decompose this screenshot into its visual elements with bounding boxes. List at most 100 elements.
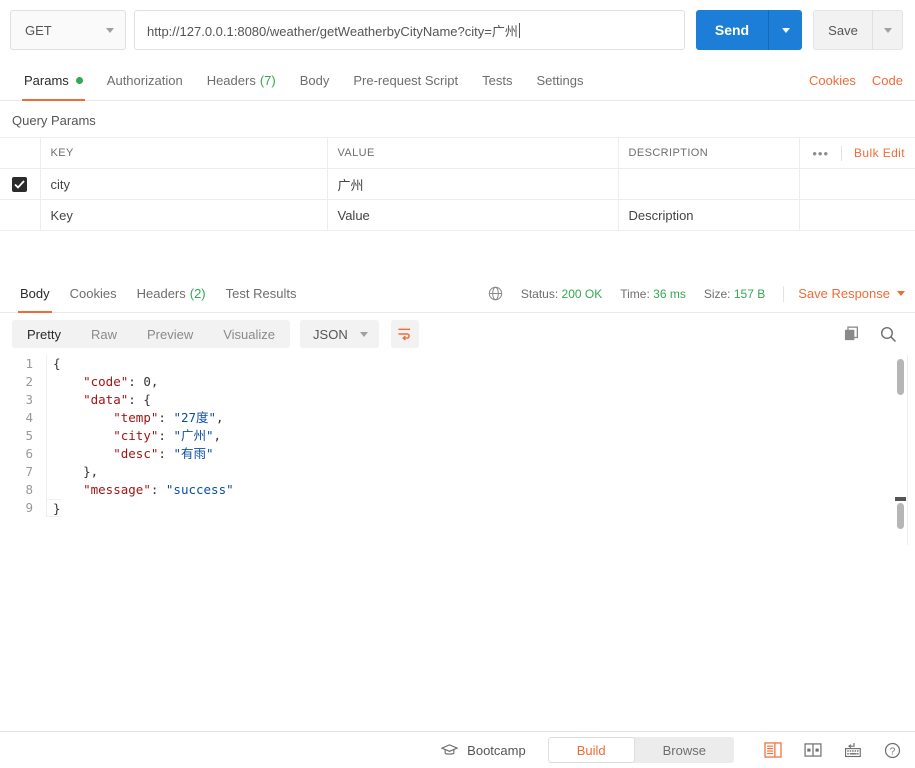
tab-label: Pre-request Script [353, 72, 459, 88]
tab-body[interactable]: Body [288, 60, 342, 101]
token-key: "data" [83, 392, 129, 407]
response-body-code[interactable]: 1{2 "code": 0, 3 "data": {4 "temp": "27度"… [0, 355, 915, 545]
token-punc: , [150, 374, 159, 389]
query-params-title: Query Params [12, 113, 96, 128]
code-line: 3 "data": { [0, 391, 915, 409]
request-tabs: Params Authorization Headers (7) Body Pr… [0, 60, 915, 101]
tab-label: Cookies [69, 286, 117, 301]
wrap-lines-icon [398, 328, 411, 341]
code-lines: 1{2 "code": 0, 3 "data": {4 "temp": "27度"… [0, 355, 915, 517]
save-button[interactable]: Save [814, 11, 872, 49]
view-mode-pretty[interactable]: Pretty [12, 320, 76, 348]
save-options-button[interactable] [872, 11, 902, 49]
view-mode-visualize[interactable]: Visualize [208, 320, 290, 348]
response-format-select[interactable]: JSON [300, 320, 379, 348]
tab-params[interactable]: Params [12, 60, 95, 101]
response-section: Body Cookies Headers (2) Test Results St… [0, 275, 915, 545]
header-checkbox-cell [0, 137, 41, 169]
more-options-icon[interactable]: ••• [812, 146, 829, 161]
new-param-value-cell[interactable]: Value [327, 199, 619, 231]
divider [783, 285, 785, 302]
token-punc: : { [128, 392, 151, 407]
line-content: { [46, 355, 61, 373]
size-badge: Size: 157 B [704, 287, 765, 301]
tab-label: Test Results [225, 286, 297, 301]
code-line: 7 }, [0, 463, 915, 481]
url-input[interactable]: http://127.0.0.1:8080/weather/getWeather… [134, 10, 685, 50]
vertical-scrollbar-thumb-lower[interactable] [897, 503, 904, 529]
search-icon[interactable] [880, 326, 897, 343]
horizontal-scrollbar-thumb[interactable] [895, 497, 906, 501]
http-method-value: GET [25, 22, 52, 38]
tab-count-badge: (7) [259, 72, 276, 88]
request-url-bar: GET http://127.0.0.1:8080/weather/getWea… [0, 0, 915, 60]
send-button[interactable]: Send [696, 10, 768, 50]
new-param-actions-cell [799, 199, 915, 231]
response-tab-test-results[interactable]: Test Results [216, 275, 307, 313]
browse-toggle-button[interactable]: Browse [635, 737, 734, 763]
tab-authorization[interactable]: Authorization [95, 60, 195, 101]
tab-label: Authorization [106, 72, 183, 88]
line-content: "message": "success" [46, 481, 234, 499]
tab-headers[interactable]: Headers (7) [195, 60, 288, 101]
token-str: "广州" [173, 428, 214, 443]
response-tab-body[interactable]: Body [10, 275, 60, 313]
param-enabled-checkbox[interactable] [12, 176, 28, 192]
token-punc: } [53, 501, 61, 516]
console-panel-icon[interactable] [764, 742, 782, 758]
table-row: city 广州 [0, 168, 915, 200]
tab-tests[interactable]: Tests [470, 60, 524, 101]
tab-label: Headers [136, 286, 186, 301]
row-checkbox-cell [0, 199, 41, 231]
send-options-button[interactable] [768, 10, 802, 50]
vertical-scrollbar-thumb[interactable] [897, 359, 904, 395]
response-tab-headers[interactable]: Headers (2) [127, 275, 216, 313]
new-param-key-cell[interactable]: Key [40, 199, 328, 231]
keyboard-shortcuts-icon[interactable] [844, 742, 862, 758]
header-key: KEY [40, 137, 328, 169]
token-punc: : [158, 428, 174, 443]
response-tab-cookies[interactable]: Cookies [60, 275, 127, 313]
save-response-label: Save Response [798, 286, 890, 301]
token-str: "有雨" [173, 446, 214, 461]
help-icon[interactable]: ? [884, 742, 901, 759]
tab-settings[interactable]: Settings [524, 60, 595, 101]
build-browse-toggle: Build Browse [547, 737, 734, 763]
bootcamp-button[interactable]: Bootcamp [441, 743, 526, 758]
tab-pre-request-script[interactable]: Pre-request Script [341, 60, 470, 101]
param-description-cell[interactable] [618, 168, 800, 200]
copy-icon[interactable] [844, 326, 860, 342]
token-num: 0 [143, 374, 151, 389]
wrap-lines-button[interactable] [390, 320, 419, 348]
globe-icon[interactable] [488, 286, 503, 301]
token-punc: : [150, 482, 166, 497]
divider [841, 145, 843, 161]
view-mode-raw[interactable]: Raw [76, 320, 132, 348]
token-str: "success" [165, 482, 234, 497]
code-line: 5 "city": "广州", [0, 427, 915, 445]
param-actions-cell [799, 168, 915, 200]
save-button-group: Save [813, 10, 903, 50]
bottom-status-bar: Bootcamp Build Browse ? [0, 731, 915, 768]
token-punc [53, 374, 83, 389]
token-punc: : [128, 374, 144, 389]
code-right-edge [907, 355, 908, 545]
code-link[interactable]: Code [872, 73, 903, 88]
save-response-button[interactable]: Save Response [798, 286, 905, 301]
status-label: Status: [520, 286, 559, 301]
time-value: 36 ms [653, 286, 686, 301]
two-pane-layout-icon[interactable] [804, 743, 822, 757]
tab-count-badge: (2) [189, 286, 206, 301]
build-toggle-button[interactable]: Build [547, 737, 635, 763]
token-punc: : [158, 410, 174, 425]
cookies-link[interactable]: Cookies [809, 73, 856, 88]
param-value-cell[interactable]: 广州 [327, 168, 619, 200]
new-param-description-cell[interactable]: Description [618, 199, 800, 231]
param-key-cell[interactable]: city [40, 168, 328, 200]
view-mode-preview[interactable]: Preview [132, 320, 208, 348]
bulk-edit-button[interactable]: Bulk Edit [854, 146, 905, 160]
token-punc: { [53, 356, 61, 371]
tab-label: Tests [482, 72, 513, 88]
http-method-select[interactable]: GET [10, 10, 126, 50]
chevron-down-icon [106, 27, 114, 33]
